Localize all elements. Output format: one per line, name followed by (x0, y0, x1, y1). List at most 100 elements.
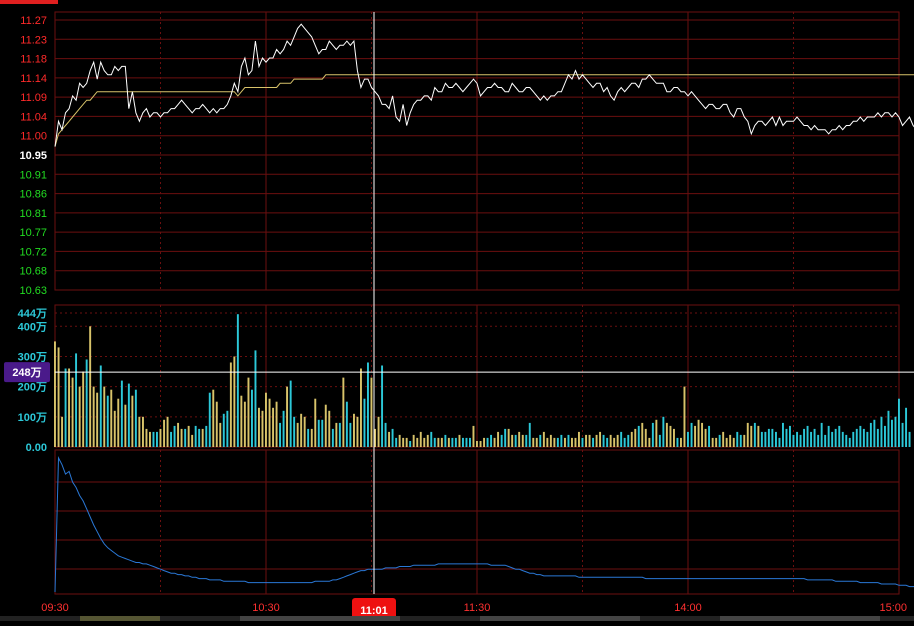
volume-bar (212, 389, 215, 447)
volume-bar (722, 431, 725, 447)
volume-bar (845, 434, 848, 447)
intraday-chart: 11.27 11.23 11.18 11.14 11.09 11.04 11.00 10.95… (0, 0, 914, 621)
volume-bar (595, 434, 598, 447)
volume-bar (384, 422, 387, 447)
volume-bar (345, 401, 348, 447)
volume-bar (532, 437, 535, 447)
volume-bar (606, 437, 609, 447)
volume-bar (873, 419, 876, 447)
volume-bar (574, 437, 577, 447)
volume-bar (880, 416, 883, 447)
volume-bar (314, 398, 317, 447)
volume-bar (444, 434, 447, 447)
volume-bar (690, 422, 693, 447)
volume-bar (641, 422, 644, 447)
volume-bar (799, 434, 802, 447)
volume-bar (184, 428, 187, 447)
price-tick-label: 11.04 (20, 111, 47, 123)
volume-bar (806, 425, 809, 447)
bottom-scroll-strip[interactable] (0, 616, 914, 621)
volume-bar (528, 422, 531, 447)
price-tick-label: 11.18 (20, 54, 47, 66)
volume-bar (507, 428, 510, 447)
volume-tick-label: 100万 (18, 411, 47, 424)
chart-canvas[interactable]: 11.27 11.23 11.18 11.14 11.09 11.04 11.00 10.95… (0, 0, 914, 621)
volume-bar (363, 398, 366, 447)
volume-bar (409, 441, 412, 447)
volume-bar (240, 395, 243, 447)
price-tick-label: 11.09 (20, 92, 47, 104)
price-line (54, 23, 914, 147)
volume-bar (472, 425, 475, 447)
volume-bar (236, 314, 239, 447)
volume-bar (243, 401, 246, 447)
volume-bar (602, 434, 605, 447)
volume-bar (662, 416, 665, 447)
volume-bar (454, 437, 457, 447)
volume-bar (222, 413, 225, 447)
volume-bar (644, 428, 647, 447)
volume-bar (282, 410, 285, 447)
volume-bar (817, 434, 820, 447)
volume-bar (377, 416, 380, 447)
volume-bar (627, 434, 630, 447)
volume-bar (866, 431, 869, 447)
volume-tick-label: 444万 (18, 307, 47, 320)
volume-bar (64, 368, 67, 447)
volume-bar (106, 395, 109, 447)
volume-bar (187, 425, 190, 447)
volume-bar (898, 398, 900, 447)
volume-bar (789, 425, 791, 447)
volume-bar (75, 353, 78, 447)
volume-bar (198, 428, 201, 447)
volume-bar (556, 437, 559, 447)
volume-bar (905, 407, 908, 447)
volume-bar (553, 437, 556, 447)
volume-bar (127, 383, 130, 447)
volume-bar (732, 437, 735, 447)
volume-bar (265, 392, 267, 447)
volume-bar (549, 434, 552, 447)
price-tick-label: 10.77 (19, 227, 47, 239)
volume-bar (486, 437, 489, 447)
volume-bar (201, 428, 204, 447)
volume-tick-label: 200万 (18, 381, 47, 394)
volume-bar (750, 425, 753, 447)
volume-bar (353, 413, 355, 447)
volume-bar (592, 437, 595, 447)
volume-bar (669, 425, 672, 447)
volume-bar (177, 422, 180, 447)
volume-bar (173, 425, 176, 447)
volume-bar (317, 419, 320, 447)
volume-bar (518, 431, 521, 447)
volume-bar (834, 428, 837, 447)
volume-bar (711, 437, 714, 447)
volume-bar (546, 437, 549, 447)
volume-bar (293, 416, 296, 447)
volume-bar (57, 347, 60, 447)
volume-bar (381, 365, 384, 447)
volume-bar (138, 416, 141, 447)
volume-bar (725, 437, 728, 447)
volume-bar (180, 428, 183, 447)
volume-bar (884, 425, 886, 447)
volume-bar (437, 437, 440, 447)
volume-bar (152, 431, 155, 447)
volume-bar (588, 434, 591, 447)
volume-bar (219, 422, 222, 447)
time-axis-label: 14:00 (674, 602, 702, 614)
volume-bar (630, 431, 633, 447)
volume-bar (824, 434, 827, 447)
volume-bar (430, 431, 433, 447)
volume-bar (704, 428, 707, 447)
volume-tick-label: 300万 (18, 350, 47, 363)
volume-bar (887, 410, 890, 447)
volume-bar (68, 368, 71, 447)
volume-bar (500, 434, 503, 447)
volume-bar (440, 437, 443, 447)
volume-bar (901, 422, 904, 447)
volume-bar (483, 437, 486, 447)
volume-bar (785, 428, 788, 447)
volume-bar (862, 428, 865, 447)
volume-bar (585, 434, 588, 447)
